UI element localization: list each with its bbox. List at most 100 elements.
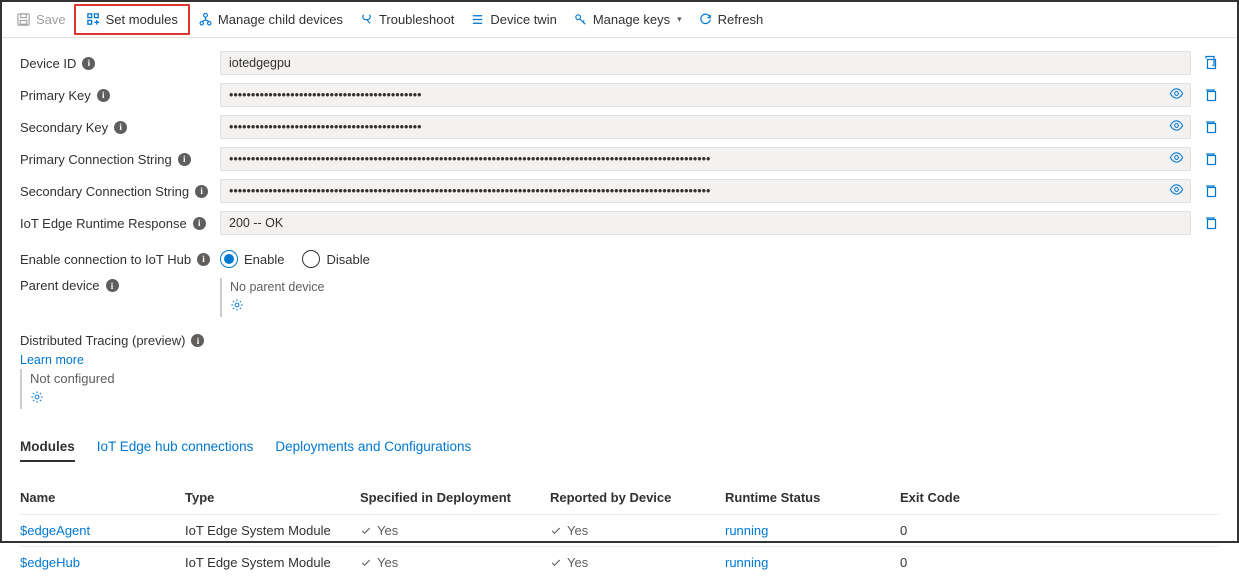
runtime-response-label: IoT Edge Runtime Response xyxy=(20,216,187,231)
copy-icon[interactable] xyxy=(1203,151,1219,167)
no-parent-text: No parent device xyxy=(230,280,1219,294)
primary-key-label: Primary Key xyxy=(20,88,91,103)
parent-device-label: Parent device xyxy=(20,278,100,293)
enable-connection-radios: Enable Disable xyxy=(220,250,370,268)
manage-child-devices-button[interactable]: Manage child devices xyxy=(190,8,351,31)
enable-radio[interactable]: Enable xyxy=(220,250,284,268)
primary-conn-value: ••••••••••••••••••••••••••••••••••••••••… xyxy=(229,152,710,166)
manage-keys-button[interactable]: Manage keys ▾ xyxy=(565,8,690,31)
info-icon[interactable]: i xyxy=(82,57,95,70)
runtime-response-value: 200 -- OK xyxy=(229,216,283,230)
secondary-conn-field[interactable]: ••••••••••••••••••••••••••••••••••••••••… xyxy=(220,179,1191,203)
secondary-conn-label: Secondary Connection String xyxy=(20,184,189,199)
device-twin-icon xyxy=(470,12,485,27)
disable-radio[interactable]: Disable xyxy=(302,250,369,268)
module-name-link[interactable]: $edgeHub xyxy=(20,555,185,570)
disable-radio-label: Disable xyxy=(326,252,369,267)
tab-modules[interactable]: Modules xyxy=(20,433,75,462)
primary-conn-label: Primary Connection String xyxy=(20,152,172,167)
refresh-button[interactable]: Refresh xyxy=(690,8,772,31)
save-label: Save xyxy=(36,12,66,27)
distributed-tracing-section: Distributed Tracing (preview) i Learn mo… xyxy=(20,333,1219,409)
info-icon[interactable]: i xyxy=(197,253,210,266)
reported-text: Yes xyxy=(567,523,588,538)
detail-tabs: Modules IoT Edge hub connections Deploym… xyxy=(20,433,1219,464)
copy-icon[interactable] xyxy=(1203,215,1219,231)
troubleshoot-icon xyxy=(359,12,374,27)
col-name: Name xyxy=(20,490,185,505)
module-runtime-status[interactable]: running xyxy=(725,555,900,570)
info-icon[interactable]: i xyxy=(191,334,204,347)
radio-icon xyxy=(220,250,238,268)
gear-icon[interactable] xyxy=(230,298,244,315)
reveal-icon[interactable] xyxy=(1169,118,1184,136)
tab-deployments[interactable]: Deployments and Configurations xyxy=(275,433,471,462)
tracing-status-text: Not configured xyxy=(30,371,1219,386)
device-detail-content: Device ID i iotedgegpu Primary Key i •••… xyxy=(2,38,1237,578)
reveal-icon[interactable] xyxy=(1169,86,1184,104)
secondary-key-label: Secondary Key xyxy=(20,120,108,135)
col-reported: Reported by Device xyxy=(550,490,725,505)
primary-key-field[interactable]: ••••••••••••••••••••••••••••••••••••••••… xyxy=(220,83,1191,107)
module-specified: Yes xyxy=(360,555,550,570)
refresh-icon xyxy=(698,12,713,27)
device-id-row: Device ID i iotedgegpu xyxy=(20,48,1219,78)
runtime-response-field: 200 -- OK xyxy=(220,211,1191,235)
info-icon[interactable]: i xyxy=(106,279,119,292)
device-twin-label: Device twin xyxy=(490,12,556,27)
secondary-key-row: Secondary Key i ••••••••••••••••••••••••… xyxy=(20,112,1219,142)
manage-keys-label: Manage keys xyxy=(593,12,670,27)
primary-conn-field[interactable]: ••••••••••••••••••••••••••••••••••••••••… xyxy=(220,147,1191,171)
parent-device-box: No parent device xyxy=(220,278,1219,317)
parent-device-row: Parent device i No parent device xyxy=(20,278,1219,317)
module-specified: Yes xyxy=(360,523,550,538)
primary-key-value: ••••••••••••••••••••••••••••••••••••••••… xyxy=(229,88,422,102)
runtime-response-row: IoT Edge Runtime Response i 200 -- OK xyxy=(20,208,1219,238)
col-runtime: Runtime Status xyxy=(725,490,900,505)
secondary-key-value: ••••••••••••••••••••••••••••••••••••••••… xyxy=(229,120,422,134)
table-row: $edgeAgent IoT Edge System Module Yes Ye… xyxy=(20,514,1219,546)
secondary-conn-row: Secondary Connection String i ••••••••••… xyxy=(20,176,1219,206)
info-icon[interactable]: i xyxy=(178,153,191,166)
copy-icon[interactable] xyxy=(1203,119,1219,135)
info-icon[interactable]: i xyxy=(193,217,206,230)
reported-text: Yes xyxy=(567,555,588,570)
secondary-key-field[interactable]: ••••••••••••••••••••••••••••••••••••••••… xyxy=(220,115,1191,139)
module-runtime-status[interactable]: running xyxy=(725,523,900,538)
device-twin-button[interactable]: Device twin xyxy=(462,8,564,31)
save-button: Save xyxy=(8,8,74,31)
command-bar: Save Set modules Manage child devices Tr… xyxy=(2,2,1237,38)
troubleshoot-label: Troubleshoot xyxy=(379,12,454,27)
reveal-icon[interactable] xyxy=(1169,150,1184,168)
device-id-label: Device ID xyxy=(20,56,76,71)
module-name-link[interactable]: $edgeAgent xyxy=(20,523,185,538)
tracing-status-box: Not configured xyxy=(20,369,1219,409)
copy-icon[interactable] xyxy=(1203,183,1219,199)
module-type: IoT Edge System Module xyxy=(185,523,360,538)
module-exit-code: 0 xyxy=(900,555,1050,570)
info-icon[interactable]: i xyxy=(195,185,208,198)
tab-connections[interactable]: IoT Edge hub connections xyxy=(97,433,254,462)
tracing-label: Distributed Tracing (preview) xyxy=(20,333,185,348)
col-specified: Specified in Deployment xyxy=(360,490,550,505)
device-id-field[interactable]: iotedgegpu xyxy=(220,51,1191,75)
set-modules-button[interactable]: Set modules xyxy=(74,4,190,35)
set-modules-label: Set modules xyxy=(106,12,178,27)
info-icon[interactable]: i xyxy=(97,89,110,102)
troubleshoot-button[interactable]: Troubleshoot xyxy=(351,8,462,31)
primary-key-row: Primary Key i ••••••••••••••••••••••••••… xyxy=(20,80,1219,110)
module-exit-code: 0 xyxy=(900,523,1050,538)
col-exit: Exit Code xyxy=(900,490,1050,505)
copy-icon[interactable] xyxy=(1203,87,1219,103)
info-icon[interactable]: i xyxy=(114,121,127,134)
refresh-label: Refresh xyxy=(718,12,764,27)
copy-icon[interactable] xyxy=(1203,55,1219,71)
keys-icon xyxy=(573,12,588,27)
modules-table-header: Name Type Specified in Deployment Report… xyxy=(20,482,1219,514)
secondary-conn-value: ••••••••••••••••••••••••••••••••••••••••… xyxy=(229,184,710,198)
children-icon xyxy=(198,12,213,27)
reveal-icon[interactable] xyxy=(1169,182,1184,200)
table-row: $edgeHub IoT Edge System Module Yes Yes … xyxy=(20,546,1219,578)
gear-icon[interactable] xyxy=(30,390,44,407)
learn-more-link[interactable]: Learn more xyxy=(20,353,84,367)
